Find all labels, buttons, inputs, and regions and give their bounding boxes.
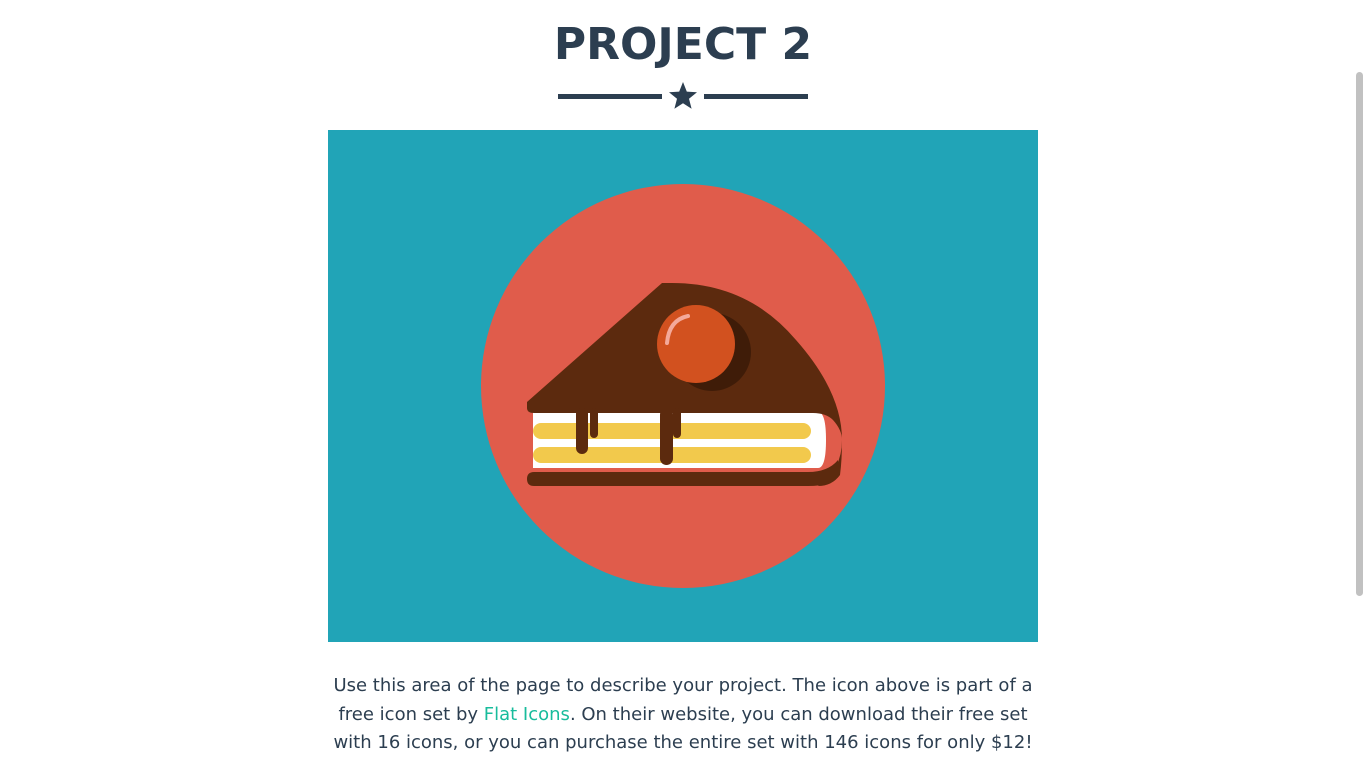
project-image[interactable] <box>328 130 1038 642</box>
star-icon <box>669 82 697 109</box>
page-title: PROJECT 2 <box>553 19 813 70</box>
divider-line-right <box>704 94 808 99</box>
flat-icons-link[interactable]: Flat Icons <box>484 704 570 725</box>
project-description: Use this area of the page to describe yo… <box>328 672 1038 758</box>
scrollbar-track[interactable] <box>1352 0 1366 768</box>
title-divider <box>558 80 808 112</box>
cake-slice-icon <box>481 184 885 588</box>
divider-line-left <box>558 94 662 99</box>
scrollbar-thumb[interactable] <box>1356 72 1363 596</box>
